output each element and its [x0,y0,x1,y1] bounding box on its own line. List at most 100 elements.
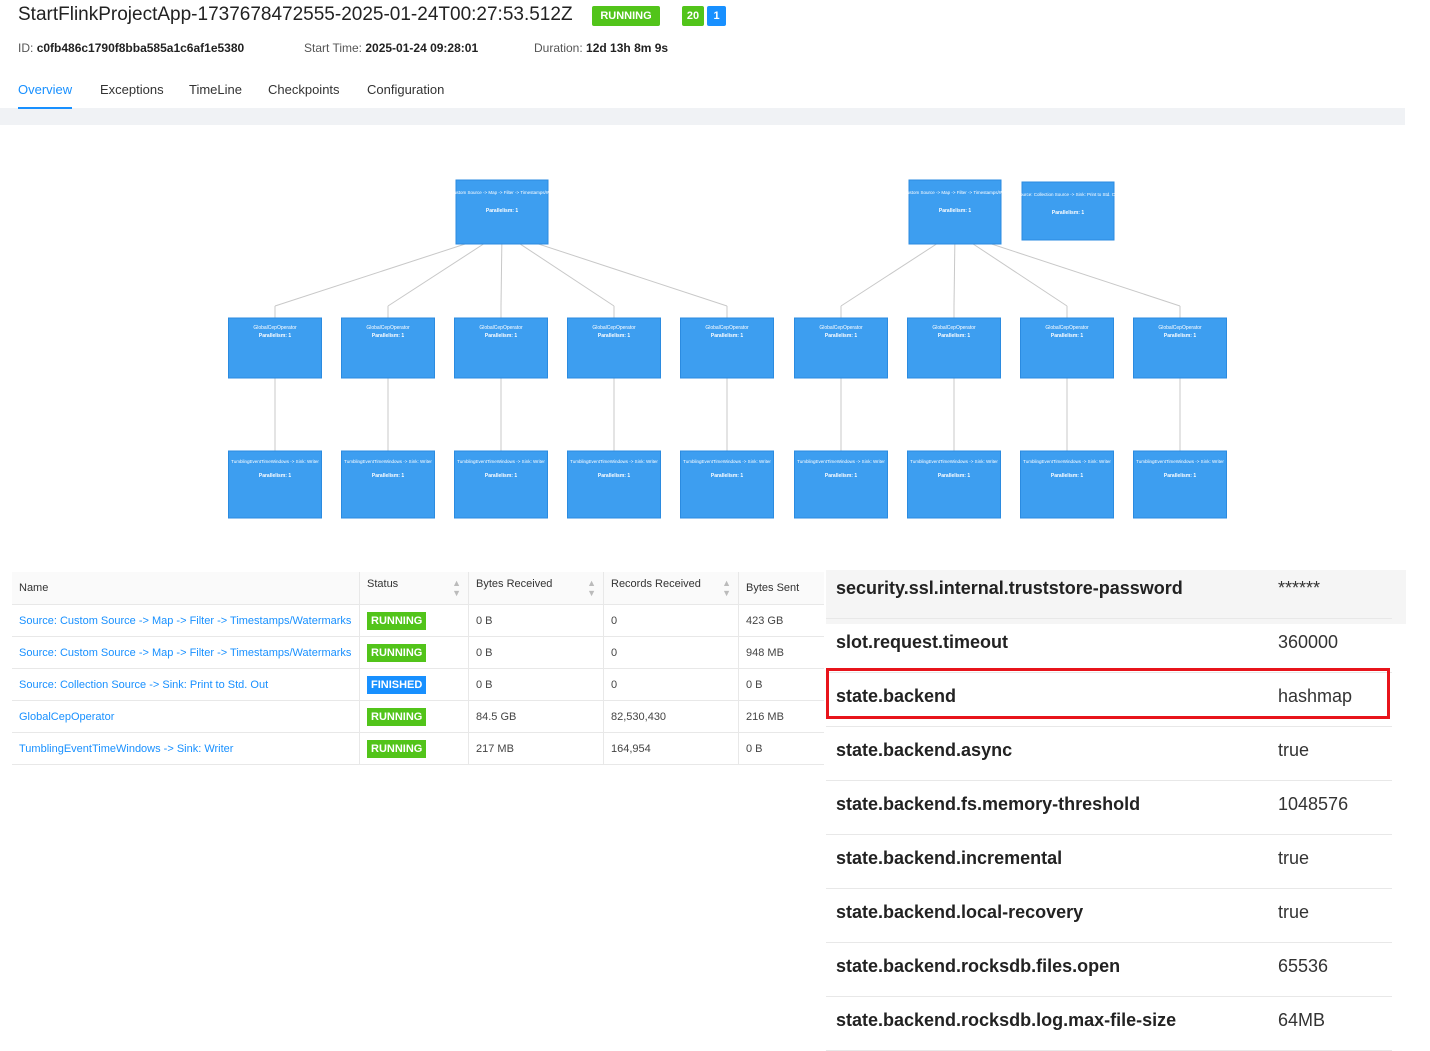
config-row: slot.request.timeout 360000 [826,618,1392,673]
bytes-received-cell: 217 MB [468,732,604,765]
vertex-name-cell: TumblingEventTimeWindows -> Sink: Writer [12,732,360,765]
job-graph[interactable]: Source: Custom Source -> Map -> Filter -… [12,125,1405,565]
config-row: state.backend.local-recovery true [826,888,1392,943]
sort-icon[interactable]: ▲ ▼ [587,578,596,598]
tasks-running-badge: 20 [682,6,704,26]
config-value: 65536 [1278,956,1329,976]
job-status-badge: RUNNING [592,6,660,26]
vertex-status-cell: RUNNING [359,636,469,669]
window-node-parallelism: Parallelism: 1 [1164,473,1196,479]
config-value: true [1278,902,1310,922]
config-value: 64MB [1278,1010,1326,1030]
tab-timeline[interactable]: TimeLine [189,82,242,97]
tab-configuration[interactable]: Configuration [367,82,444,97]
config-row: state.backend.fs.memory-threshold 1048576 [826,780,1392,835]
tab-checkpoints[interactable]: Checkpoints [268,82,340,97]
config-value: true [1278,740,1310,760]
bytes-sent-cell: 423 GB [738,604,824,637]
records-received-cell: 0 [603,668,739,701]
config-value: 360000 [1278,632,1339,652]
bytes-sent-cell: 216 MB [738,700,824,733]
config-row: state.backend.rocksdb.log.max-file-size 6… [826,996,1392,1051]
window-node-title: TumblingEventTimeWindows -> Sink: Writer [1136,459,1224,464]
source-node-parallelism: Parallelism: 1 [939,208,971,214]
status-badge: RUNNING [367,739,427,758]
window-node-title: TumblingEventTimeWindows -> Sink: Writer [457,459,545,464]
operator-node-title: GlobalCepOperator [253,325,297,331]
operator-node-title: GlobalCepOperator [366,325,410,331]
table-header-row: Name Status ▲ ▼ Bytes Received ▲ ▼ Records R… [12,572,824,605]
window-node-title: TumblingEventTimeWindows -> Sink: Writer [797,459,885,464]
window-node-title: TumblingEventTimeWindows -> Sink: Writer [570,459,658,464]
status-badge: RUNNING [367,707,427,726]
tab-bar-divider [0,108,1405,125]
config-key: state.backend.incremental [836,848,1063,868]
table-row[interactable]: Source: Custom Source -> Map -> Filter -… [12,604,824,637]
table-row[interactable]: TumblingEventTimeWindows -> Sink: Writer… [12,732,824,765]
vertex-name-link[interactable]: Source: Collection Source -> Sink: Print… [19,679,268,691]
configuration-panel: security.ssl.internal.truststore-passwor… [826,564,1406,1051]
column-header-bytes-sent: Bytes Sent [738,572,824,605]
status-badge: RUNNING [367,643,427,662]
source-node-parallelism: Parallelism: 1 [1052,210,1084,216]
vertices-table: Name Status ▲ ▼ Bytes Received ▲ ▼ Records R… [12,572,824,765]
vertex-name-link[interactable]: Source: Custom Source -> Map -> Filter -… [19,615,351,627]
window-node-title: TumblingEventTimeWindows -> Sink: Writer [1023,459,1111,464]
window-node-title: TumblingEventTimeWindows -> Sink: Writer [344,459,432,464]
vertex-name-cell: Source: Custom Source -> Map -> Filter -… [12,636,360,669]
records-received-cell: 164,954 [603,732,739,765]
window-node-title: TumblingEventTimeWindows -> Sink: Writer [683,459,771,464]
vertex-status-cell: RUNNING [359,732,469,765]
operator-node-parallelism: Parallelism: 1 [1051,333,1083,339]
window-node-parallelism: Parallelism: 1 [485,473,517,479]
operator-node-title: GlobalCepOperator [592,325,636,331]
config-value: true [1278,848,1310,868]
vertex-status-cell: RUNNING [359,700,469,733]
config-row: state.backend.incremental true [826,834,1392,889]
config-value: 1048576 [1278,794,1349,814]
source-node-title: Source: Custom Source -> Map -> Filter -… [434,190,571,195]
operator-node-title: GlobalCepOperator [1045,325,1089,331]
start-time: Start Time: 2025-01-24 09:28:01 [304,41,478,55]
start-time-label: Start Time: [304,41,363,55]
operator-node-parallelism: Parallelism: 1 [372,333,404,339]
config-key: state.backend.rocksdb.log.max-file-size [836,1010,1177,1030]
vertex-name-cell: Source: Custom Source -> Map -> Filter -… [12,604,360,637]
config-key: state.backend.async [836,740,1013,760]
job-title: StartFlinkProjectApp-1737678472555-2025-… [18,4,573,25]
column-header-bytes-received[interactable]: Bytes Received ▲ ▼ [468,572,604,605]
column-header-status[interactable]: Status ▲ ▼ [359,572,469,605]
status-badge: FINISHED [367,675,427,694]
config-key: state.backend.local-recovery [836,902,1084,922]
table-row[interactable]: Source: Custom Source -> Map -> Filter -… [12,636,824,669]
bytes-received-cell: 0 B [468,604,604,637]
job-id-label: ID: [18,41,34,55]
operator-node-parallelism: Parallelism: 1 [485,333,517,339]
config-row: security.ssl.internal.truststore-passwor… [826,564,1392,619]
vertex-name-cell: Source: Collection Source -> Sink: Print… [12,668,360,701]
sort-icon[interactable]: ▲ ▼ [452,578,461,598]
tab-exceptions[interactable]: Exceptions [100,82,164,97]
column-header-records-received[interactable]: Records Received ▲ ▼ [603,572,739,605]
column-header-name: Name [12,572,360,605]
config-key: state.backend.fs.memory-threshold [836,794,1141,814]
config-row: state.backend.async true [826,726,1392,781]
window-node-parallelism: Parallelism: 1 [259,473,291,479]
table-row[interactable]: Source: Collection Source -> Sink: Print… [12,668,824,701]
window-node-parallelism: Parallelism: 1 [598,473,630,479]
table-row[interactable]: GlobalCepOperator RUNNING 84.5 GB 82,530,43… [12,700,824,733]
duration-label: Duration: [534,41,583,55]
operator-node-parallelism: Parallelism: 1 [825,333,857,339]
tab-overview[interactable]: Overview [18,82,72,97]
vertex-name-cell: GlobalCepOperator [12,700,360,733]
window-node-parallelism: Parallelism: 1 [1051,473,1083,479]
sort-icon[interactable]: ▲ ▼ [722,578,731,598]
vertex-name-link[interactable]: TumblingEventTimeWindows -> Sink: Writer [19,743,233,755]
vertex-name-link[interactable]: Source: Custom Source -> Map -> Filter -… [19,647,351,659]
config-key: state.backend.rocksdb.files.open [836,956,1121,976]
job-id-value: c0fb486c1790f8bba585a1c6af1e5380 [36,41,245,55]
vertex-name-link[interactable]: GlobalCepOperator [19,711,114,723]
column-header-status-label: Status [367,578,399,590]
operator-node-parallelism: Parallelism: 1 [711,333,743,339]
job-graph-canvas[interactable]: Source: Custom Source -> Map -> Filter -… [12,125,1405,565]
